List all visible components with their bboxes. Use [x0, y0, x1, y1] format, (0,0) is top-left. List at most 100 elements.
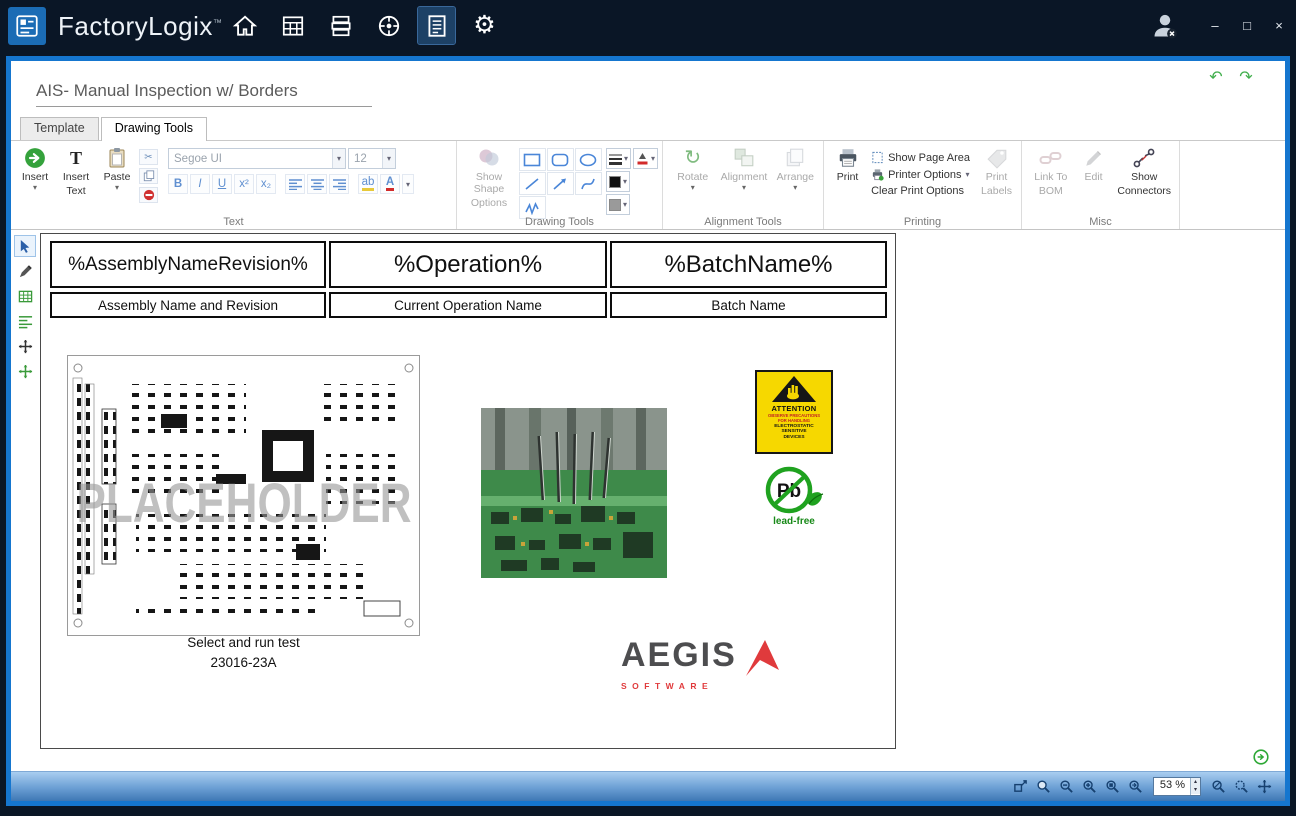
nav-forms-icon[interactable]: [274, 7, 311, 44]
insert-text-button[interactable]: T Insert Text: [57, 144, 95, 213]
ellipse-icon: [579, 153, 597, 167]
copy-button[interactable]: [139, 168, 158, 184]
align-tool-button[interactable]: [14, 310, 36, 332]
template-canvas[interactable]: %AssemblyNameRevision% %Operation% %Batc…: [40, 233, 896, 749]
pan-expand-icon[interactable]: [1255, 778, 1273, 796]
minimize-button[interactable]: –: [1206, 17, 1224, 35]
zoom-window-icon[interactable]: [1035, 778, 1053, 796]
field-value-box[interactable]: %Operation%: [329, 241, 607, 288]
zoom-level-field[interactable]: 53 %: [1154, 778, 1190, 795]
template-name-field[interactable]: AIS- Manual Inspection w/ Borders: [36, 81, 372, 107]
user-icon[interactable]: [1152, 12, 1178, 40]
field-caption-box[interactable]: Assembly Name and Revision: [50, 292, 326, 318]
arrow-icon: [552, 177, 568, 191]
field-caption-box[interactable]: Current Operation Name: [329, 292, 607, 318]
zoom-in-icon[interactable]: [1081, 778, 1099, 796]
dock-zoom-icon[interactable]: [1012, 778, 1030, 796]
field-value-box[interactable]: %AssemblyNameRevision%: [50, 241, 326, 288]
cut-button[interactable]: ✂: [139, 149, 158, 165]
zoom-region-icon[interactable]: [1232, 778, 1250, 796]
redo-button[interactable]: ↷: [1235, 69, 1257, 86]
line-tool-button[interactable]: [519, 172, 546, 195]
insert-button[interactable]: Insert ▾: [17, 144, 53, 213]
link-to-bom-button[interactable]: Link To BOM: [1028, 144, 1074, 213]
subscript-button[interactable]: x₂: [256, 174, 276, 194]
leadfree-label: lead-free: [759, 516, 829, 527]
align-center-button[interactable]: [307, 174, 327, 194]
arrange-button[interactable]: Arrange ▾: [772, 144, 819, 213]
select-tool-button[interactable]: [14, 235, 36, 257]
leadfree-badge[interactable]: Pb lead-free: [759, 464, 829, 527]
italic-button[interactable]: I: [190, 174, 210, 194]
zoom-selection-icon[interactable]: [1104, 778, 1122, 796]
field-value-box[interactable]: %BatchName%: [610, 241, 887, 288]
group-label-drawing: Drawing Tools: [457, 216, 662, 228]
font-color-dropdown[interactable]: ▾: [402, 174, 414, 194]
curve-tool-button[interactable]: [575, 172, 602, 195]
zoom-level-control: 53 % ▴ ▾: [1153, 777, 1201, 796]
field-caption-box[interactable]: Batch Name: [610, 292, 887, 318]
nav-settings-gear-icon[interactable]: ⚙: [466, 7, 503, 44]
zoom-extents-icon[interactable]: [1209, 778, 1227, 796]
nav-production-icon[interactable]: [370, 7, 407, 44]
print-button[interactable]: Print: [830, 144, 865, 213]
paste-button[interactable]: Paste ▾: [99, 144, 135, 213]
aegis-logo[interactable]: AEGIS SOFTWARE: [621, 638, 811, 691]
nav-reports-icon[interactable]: [418, 7, 455, 44]
esd-label[interactable]: ATTENTION OBSERVE PRECAUTIONS FOR HANDLI…: [755, 370, 833, 454]
canvas-refresh-button[interactable]: [1253, 749, 1269, 765]
table-tool-button[interactable]: [14, 285, 36, 307]
underline-button[interactable]: U: [212, 174, 232, 194]
align-right-button[interactable]: [329, 174, 349, 194]
close-button[interactable]: ×: [1270, 17, 1288, 35]
clear-print-options-button[interactable]: Clear Print Options: [871, 185, 970, 197]
zoom-step-up[interactable]: ▴: [1191, 778, 1200, 786]
maximize-button[interactable]: □: [1238, 17, 1256, 35]
align-left-button[interactable]: [285, 174, 305, 194]
anchor-icon: [18, 339, 33, 354]
anchor-tool-button[interactable]: [14, 335, 36, 357]
alignment-button[interactable]: Alignment ▾: [718, 144, 769, 213]
font-color-button[interactable]: A: [380, 174, 400, 194]
cursor-icon: [18, 239, 33, 254]
border-color-select[interactable]: ▾: [633, 148, 658, 169]
tab-drawing-tools[interactable]: Drawing Tools: [101, 117, 207, 141]
edit-button[interactable]: Edit: [1078, 144, 1110, 213]
drawing-style-controls: ▾ ▾ ▾: [606, 144, 658, 213]
arrow-tool-button[interactable]: [547, 172, 574, 195]
line-style-select[interactable]: ▾: [606, 148, 631, 169]
no-entry-icon: [143, 189, 155, 201]
bold-button[interactable]: B: [168, 174, 188, 194]
zoom-step-down[interactable]: ▾: [1191, 786, 1200, 794]
print-labels-button[interactable]: Print Labels: [976, 144, 1017, 213]
line-color-select[interactable]: ▾: [606, 171, 630, 192]
rounded-rect-tool-button[interactable]: [547, 148, 574, 171]
nav-home-icon[interactable]: [226, 7, 263, 44]
rotate-button[interactable]: ↻ Rotate ▾: [669, 144, 716, 213]
superscript-button[interactable]: x²: [234, 174, 254, 194]
fill-color-select[interactable]: ▾: [606, 194, 630, 215]
align-center-icon: [311, 179, 324, 190]
ribbon-group-printing: Print Show Page Area Printer Options ▾ C…: [824, 141, 1022, 229]
zoom-level-stepper: ▴ ▾: [1190, 778, 1200, 795]
font-size-select[interactable]: 12 ▾: [348, 148, 396, 169]
show-shape-options-button[interactable]: Show Shape Options: [463, 144, 515, 213]
show-connectors-button[interactable]: Show Connectors: [1113, 144, 1175, 213]
tab-template[interactable]: Template: [20, 117, 99, 140]
font-family-select[interactable]: Segoe UI ▾: [168, 148, 346, 169]
move-tool-button[interactable]: [14, 360, 36, 382]
zoom-fit-icon[interactable]: [1127, 778, 1145, 796]
format-lock-button[interactable]: [139, 187, 158, 203]
rectangle-tool-button[interactable]: [519, 148, 546, 171]
nav-materials-icon[interactable]: [322, 7, 359, 44]
ellipse-tool-button[interactable]: [575, 148, 602, 171]
board-photo[interactable]: [481, 408, 667, 578]
picker-tool-button[interactable]: [14, 260, 36, 282]
zoom-out-icon[interactable]: [1058, 778, 1076, 796]
printer-options-button[interactable]: Printer Options ▾: [871, 168, 970, 181]
pcb-caption[interactable]: Select and run test 23016-23A: [116, 633, 371, 672]
show-page-area-button[interactable]: Show Page Area: [871, 151, 970, 164]
pcb-drawing[interactable]: PLACEHOLDER: [66, 354, 421, 637]
undo-button[interactable]: ↶: [1205, 69, 1227, 86]
highlight-button[interactable]: ab: [358, 174, 378, 194]
